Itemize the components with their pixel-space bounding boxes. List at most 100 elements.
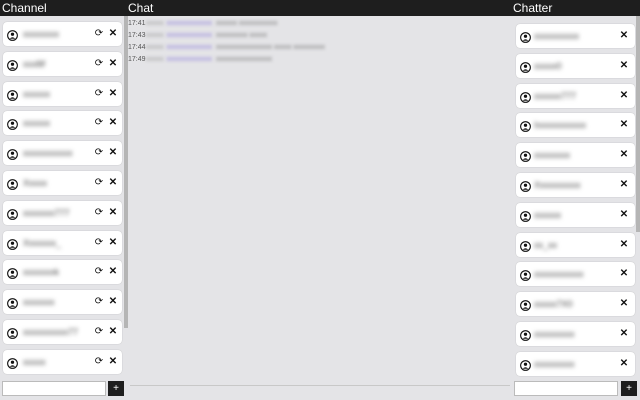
- close-icon[interactable]: ✕: [619, 149, 629, 160]
- message-text: xxxxxxxxxxxxxxxx: [216, 56, 272, 63]
- channel-card[interactable]: Xxxxxxx_ ⟳ ✕: [3, 230, 122, 255]
- close-icon[interactable]: ✕: [619, 239, 629, 250]
- add-chatter-input[interactable]: [514, 381, 618, 396]
- add-channel-input[interactable]: [2, 381, 106, 396]
- channel-name: xxxxx: [23, 356, 46, 367]
- channel-card[interactable]: xxxxxx ⟳ ✕: [3, 111, 122, 136]
- chatter-card[interactable]: xxxxx0 ✕: [516, 53, 635, 78]
- channel-card[interactable]: xxxxxxxx ⟳ ✕: [3, 22, 122, 46]
- channel-card[interactable]: xxxxx ⟳ ✕: [3, 349, 122, 374]
- channel-card[interactable]: xxxxxxxxxxx ⟳ ✕: [3, 141, 122, 166]
- add-channel-button[interactable]: +: [108, 381, 124, 396]
- message-user[interactable]: xxxxxxxxxxxxx: [167, 20, 213, 27]
- channel-list: xxxxxxxx ⟳ ✕ xxxllif ⟳ ✕ xxxxxx ⟳ ✕ xxxxxx ⟳ ✕ xxxxx…: [0, 16, 128, 380]
- close-icon[interactable]: ✕: [108, 296, 118, 307]
- close-icon[interactable]: ✕: [619, 60, 629, 71]
- close-icon[interactable]: ✕: [108, 177, 118, 188]
- top-header-bar: Channel Chat Chatter: [0, 0, 640, 16]
- close-icon[interactable]: ✕: [619, 209, 629, 220]
- add-chatter-button[interactable]: +: [621, 381, 637, 396]
- chatter-card[interactable]: Ixxxxxxxxxxx ✕: [516, 113, 635, 138]
- close-icon[interactable]: ✕: [108, 326, 118, 337]
- close-icon[interactable]: ✕: [619, 119, 629, 130]
- close-icon[interactable]: ✕: [108, 147, 118, 158]
- user-icon: [7, 177, 18, 190]
- message-badge: xxxxx: [146, 32, 164, 39]
- user-icon: [7, 88, 18, 101]
- channel-card[interactable]: xxxxxxxxxx77 ⟳ ✕: [3, 320, 122, 344]
- message-time: 17:49: [128, 56, 146, 63]
- close-icon[interactable]: ✕: [619, 179, 629, 190]
- chatter-card[interactable]: Xxxxxxxxxx ✕: [516, 173, 635, 197]
- channel-card[interactable]: xxxxxxx ⟳ ✕: [3, 290, 122, 315]
- message-user[interactable]: xxxxxxxxxxxxx: [167, 32, 213, 39]
- user-icon: [7, 207, 18, 220]
- channel-card[interactable]: xxxxxx ⟳ ✕: [3, 81, 122, 106]
- close-icon[interactable]: ✕: [619, 298, 629, 309]
- chatter-card[interactable]: xx_xx ✕: [516, 232, 635, 257]
- refresh-icon[interactable]: ⟳: [94, 356, 104, 367]
- chatter-card[interactable]: xxxxxxxxxxx ✕: [516, 262, 635, 287]
- close-icon[interactable]: ✕: [108, 28, 118, 39]
- refresh-icon[interactable]: ⟳: [94, 147, 104, 158]
- refresh-icon[interactable]: ⟳: [94, 58, 104, 69]
- message-text: xxxxxx xxxxxxxxxxx: [216, 20, 278, 27]
- refresh-icon[interactable]: ⟳: [94, 237, 104, 248]
- close-icon[interactable]: ✕: [619, 358, 629, 369]
- chatter-card[interactable]: xxxxxx ✕: [516, 202, 635, 227]
- channel-name: xxxxxxxxxx77: [23, 327, 79, 337]
- close-icon[interactable]: ✕: [619, 328, 629, 339]
- refresh-icon[interactable]: ⟳: [94, 266, 104, 277]
- user-icon: [7, 266, 18, 280]
- channel-card[interactable]: xxxllif ⟳ ✕: [3, 51, 122, 76]
- user-icon: [520, 30, 531, 43]
- close-icon[interactable]: ✕: [108, 356, 118, 367]
- refresh-icon[interactable]: ⟳: [94, 177, 104, 188]
- chatter-scrollbar[interactable]: [636, 16, 640, 232]
- refresh-icon[interactable]: ⟳: [94, 326, 104, 337]
- refresh-icon[interactable]: ⟳: [94, 117, 104, 128]
- channel-name: xxxxxxxxxxx: [23, 148, 73, 159]
- user-icon: [520, 209, 531, 222]
- chat-message: 17:41xxxxx xxxxxxxxxxxxx xxxxxx xxxxxxxxxx…: [128, 19, 277, 28]
- close-icon[interactable]: ✕: [108, 237, 118, 248]
- message-badge: xxxxx: [146, 20, 164, 27]
- user-icon: [520, 239, 531, 252]
- chatter-card[interactable]: xxxxxxxxx ✕: [516, 322, 635, 346]
- chat-message: 17:49xxxxx xxxxxxxxxxxxx xxxxxxxxxxxxxxxx: [128, 55, 272, 64]
- chatter-card[interactable]: xxxxxx777 ✕: [516, 83, 635, 108]
- message-text: xxxxxxxxxxxxxxxx xxxxx xxxxxxxxx: [216, 44, 325, 51]
- close-icon[interactable]: ✕: [108, 207, 118, 218]
- message-time: 17:44: [128, 44, 146, 51]
- message-user[interactable]: xxxxxxxxxxxxx: [167, 56, 213, 63]
- close-icon[interactable]: ✕: [619, 90, 629, 101]
- user-icon: [520, 149, 531, 163]
- message-user[interactable]: xxxxxxxxxxxxx: [167, 44, 213, 51]
- refresh-icon[interactable]: ⟳: [94, 88, 104, 99]
- close-icon[interactable]: ✕: [619, 30, 629, 41]
- close-icon[interactable]: ✕: [108, 117, 118, 128]
- refresh-icon[interactable]: ⟳: [94, 207, 104, 218]
- channel-card[interactable]: Xxxxx ⟳ ✕: [3, 171, 122, 195]
- chatter-name: Ixxxxxxxxxxx: [534, 120, 587, 131]
- close-icon[interactable]: ✕: [108, 58, 118, 69]
- message-time: 17:41: [128, 20, 146, 27]
- channel-card[interactable]: xxxxxxxk ⟳ ✕: [3, 260, 122, 285]
- chatter-name: xxxxx0: [534, 60, 562, 71]
- close-icon[interactable]: ✕: [108, 266, 118, 277]
- close-icon[interactable]: ✕: [108, 88, 118, 99]
- user-icon: [7, 237, 18, 250]
- user-icon: [520, 358, 531, 371]
- chatter-card[interactable]: xxxxxxxxx ✕: [516, 351, 635, 376]
- chat-bottom-divider: [130, 385, 510, 386]
- chatter-card[interactable]: xxxxxxxxxx ✕: [516, 24, 635, 48]
- refresh-icon[interactable]: ⟳: [94, 28, 104, 39]
- chatter-card[interactable]: xxxxx7X0 ✕: [516, 292, 635, 317]
- chatter-card[interactable]: xxxxxxxx ✕: [516, 143, 635, 168]
- chat-log: 17:41xxxxx xxxxxxxxxxxxx xxxxxx xxxxxxxxxx…: [128, 16, 512, 380]
- close-icon[interactable]: ✕: [619, 268, 629, 279]
- user-icon: [7, 296, 18, 310]
- channel-card[interactable]: xxxxxxx777 ⟳ ✕: [3, 200, 122, 225]
- user-icon: [7, 147, 18, 161]
- refresh-icon[interactable]: ⟳: [94, 296, 104, 307]
